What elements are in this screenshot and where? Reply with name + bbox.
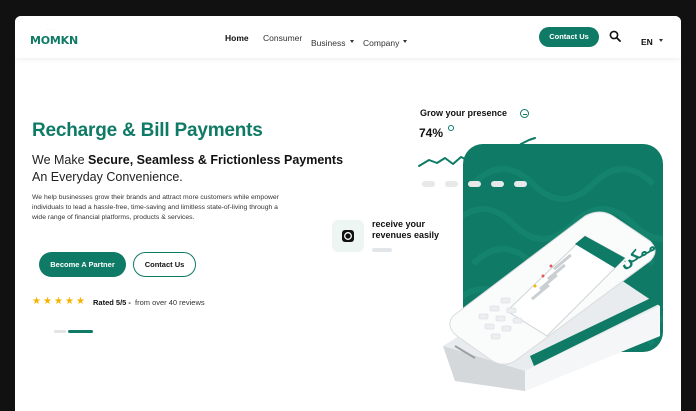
- carousel-dot[interactable]: [54, 330, 66, 333]
- star-icon: ★: [54, 296, 63, 307]
- indicator-pill: [491, 181, 504, 187]
- rating-label: Rated 5/5 -: [93, 298, 131, 307]
- chevron-down-icon: [403, 40, 408, 44]
- nav-home[interactable]: Home: [225, 33, 249, 43]
- search-icon[interactable]: [609, 30, 621, 42]
- chevron-down-icon: [658, 39, 663, 43]
- refresh-icon: [342, 230, 354, 242]
- chevron-down-icon: [349, 40, 354, 44]
- browser-window: · · · · · MOMKN Home Consumer Business C…: [15, 16, 681, 411]
- presence-label: Grow your presence: [420, 108, 508, 118]
- star-icon: ★: [43, 296, 52, 307]
- become-partner-button[interactable]: Become A Partner: [39, 252, 126, 277]
- subtitle-prefix: We Make: [32, 153, 89, 167]
- logo-tagline: · · · · ·: [46, 27, 60, 31]
- pos-terminal-image: ممكن: [443, 211, 660, 391]
- nav-company[interactable]: Company: [363, 33, 408, 51]
- subtitle-bold: Secure, Seamless & Frictionless Payments: [88, 153, 344, 167]
- subtitle-suffix: An Everyday Convenience.: [32, 170, 183, 184]
- contact-us-hero-button[interactable]: Contact Us: [133, 252, 196, 277]
- star-icon: ★: [76, 296, 85, 307]
- indicator-pill: [422, 181, 435, 187]
- nav-consumer[interactable]: Consumer: [263, 33, 302, 43]
- logo-text: MOMKN: [30, 34, 78, 47]
- hero-description: We help businesses grow their brands and…: [32, 194, 279, 221]
- contact-us-button[interactable]: Contact Us: [539, 27, 599, 47]
- arrow-up-icon: [448, 125, 454, 131]
- indicator-pill: [514, 181, 527, 187]
- hero-subtitle: We Make Secure, Seamless & Frictionless …: [32, 152, 352, 186]
- nav-business-label: Business: [311, 38, 346, 48]
- indicator-pill: [468, 181, 481, 187]
- carousel-dot-active[interactable]: [68, 330, 93, 333]
- trend-line: [418, 137, 536, 167]
- hero-title: Recharge & Bill Payments: [32, 120, 263, 141]
- revenue-bar: [372, 248, 392, 252]
- site-header: · · · · · MOMKN Home Consumer Business C…: [15, 16, 681, 58]
- star-icon: ★: [65, 296, 74, 307]
- indicator-pill: [445, 181, 458, 187]
- nav-business[interactable]: Business: [311, 33, 354, 51]
- rating-reviews: from over 40 reviews: [135, 298, 205, 307]
- star-icon: ★: [32, 296, 41, 307]
- revenue-icon-card: [332, 220, 364, 252]
- minus-circle-icon: [520, 109, 529, 118]
- nav-company-label: Company: [363, 38, 400, 48]
- logo[interactable]: · · · · · MOMKN: [30, 27, 78, 49]
- language-selector[interactable]: EN: [641, 32, 663, 50]
- language-label: EN: [641, 37, 653, 47]
